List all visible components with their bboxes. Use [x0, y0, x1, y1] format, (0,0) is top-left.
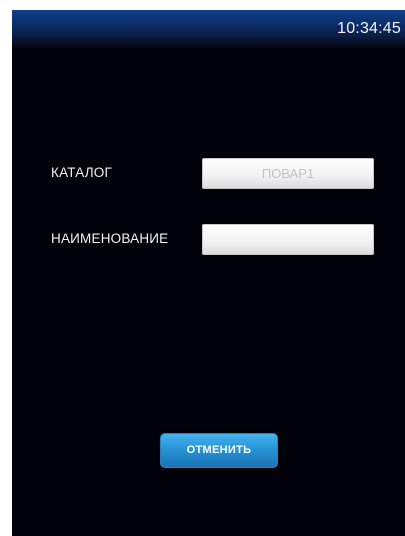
- cancel-button[interactable]: ОТМЕНИТЬ: [160, 433, 278, 468]
- catalog-field[interactable]: ПОВАР1: [202, 158, 374, 189]
- clock: 10:34:45: [337, 20, 401, 37]
- device-screen: 10:34:45 КАТАЛОГ ПОВАР1 НАИМЕНОВАНИЕ ОТМ…: [12, 10, 405, 536]
- name-label: НАИМЕНОВАНИЕ: [51, 231, 169, 246]
- name-field[interactable]: [202, 224, 374, 255]
- catalog-label: КАТАЛОГ: [51, 165, 112, 180]
- status-bar: 10:34:45: [12, 10, 405, 48]
